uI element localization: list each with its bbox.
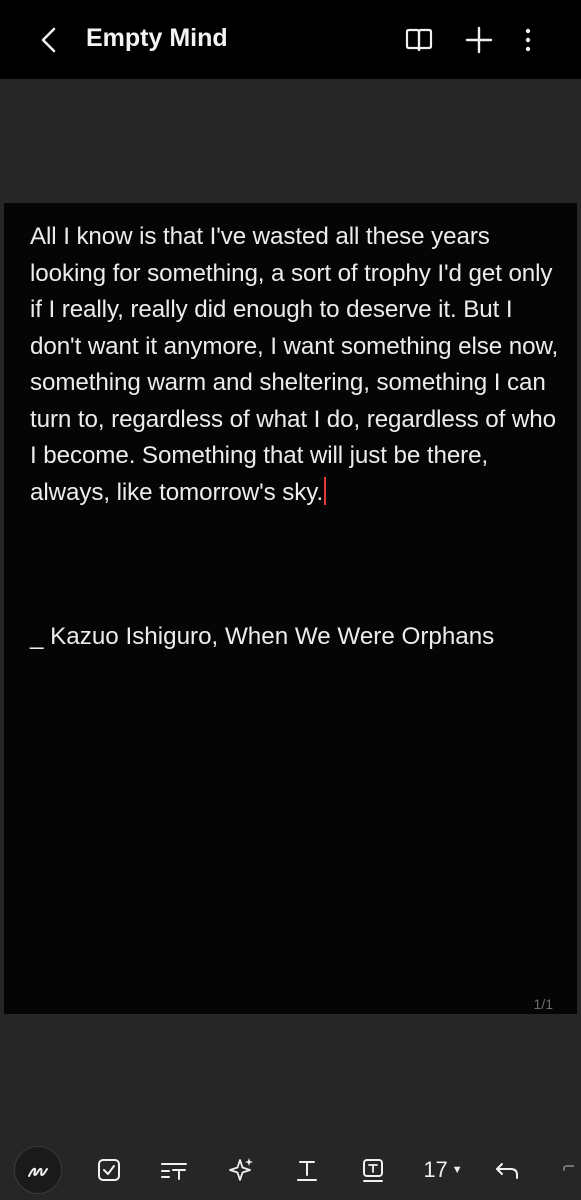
add-icon	[465, 26, 493, 54]
ai-sparkle-icon	[229, 1158, 253, 1181]
book-view-icon	[405, 28, 433, 52]
note-page[interactable]: All I know is that I've wasted all these…	[4, 203, 577, 1014]
note-attribution: _ Kazuo Ishiguro, When We Were Orphans	[30, 623, 495, 650]
redo-icon	[562, 1165, 574, 1171]
undo-icon	[496, 1163, 518, 1179]
app-header: Empty Mind	[0, 0, 581, 79]
text-box-icon	[363, 1159, 383, 1182]
text-format-button[interactable]	[283, 1146, 331, 1194]
font-size-selector[interactable]: 17 ▼	[415, 1146, 471, 1194]
handwriting-button[interactable]	[14, 1146, 62, 1194]
note-quote: All I know is that I've wasted all these…	[30, 223, 559, 506]
more-options-button[interactable]	[510, 22, 546, 58]
text-cursor	[324, 476, 327, 505]
handwriting-icon	[28, 1167, 48, 1177]
note-body-text[interactable]: All I know is that I've wasted all these…	[30, 219, 560, 511]
note-title: Empty Mind	[86, 24, 228, 52]
more-options-icon	[525, 28, 531, 52]
redo-button[interactable]	[546, 1146, 581, 1194]
checkbox-icon	[98, 1159, 120, 1181]
ai-assist-button[interactable]	[217, 1146, 265, 1194]
caret-down-icon: ▼	[451, 1164, 463, 1176]
text-box-button[interactable]	[349, 1146, 397, 1194]
font-size-value: 17	[423, 1157, 448, 1182]
text-style-button[interactable]	[150, 1146, 198, 1194]
back-button[interactable]	[30, 20, 70, 60]
book-view-button[interactable]	[401, 22, 437, 58]
checklist-button[interactable]	[85, 1146, 133, 1194]
page-indicator: 1/1	[533, 996, 553, 1012]
text-format-icon	[297, 1161, 317, 1181]
undo-button[interactable]	[483, 1146, 531, 1194]
add-button[interactable]	[461, 22, 497, 58]
bottom-toolbar: 17 ▼	[0, 1140, 581, 1200]
text-style-icon	[161, 1163, 187, 1180]
back-arrow-icon	[41, 27, 56, 53]
